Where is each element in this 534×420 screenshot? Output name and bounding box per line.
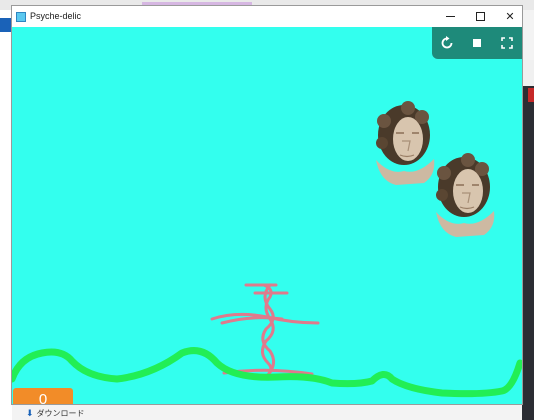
maximize-icon [475,12,485,21]
game-window: Psyche-delic ✕ 0 [11,5,523,405]
stick-figure-sprite [210,283,320,381]
game-canvas[interactable]: 0 [12,27,522,404]
background-red-badge [528,88,534,102]
statue-head-sprite [376,101,435,185]
background-window-right [522,60,534,420]
score-counter: 0 [13,388,73,404]
game-toolbar [432,27,522,59]
fullscreen-icon [501,37,513,49]
close-button[interactable]: ✕ [495,6,525,27]
download-icon: ⬇ [26,408,34,418]
ground-line-sprite [12,347,522,398]
game-scene [12,101,522,398]
background-download-item[interactable]: ⬇ ダウンロード [26,408,85,419]
fullscreen-button[interactable] [497,33,517,53]
maximize-button[interactable] [465,6,495,27]
restart-icon [441,36,453,49]
window-title: Psyche-delic [30,11,82,21]
restart-button[interactable] [437,33,457,53]
stop-icon [473,39,481,47]
app-icon [16,12,26,22]
statue-head-sprite [436,153,495,237]
title-bar[interactable]: Psyche-delic ✕ [12,6,522,27]
background-bottom-strip [12,403,522,420]
download-label: ダウンロード [36,409,85,418]
stop-button[interactable] [467,33,487,53]
close-icon: ✕ [505,11,515,23]
background-right-panel [522,60,534,86]
minimize-button[interactable] [435,6,465,27]
minimize-icon [445,16,455,17]
